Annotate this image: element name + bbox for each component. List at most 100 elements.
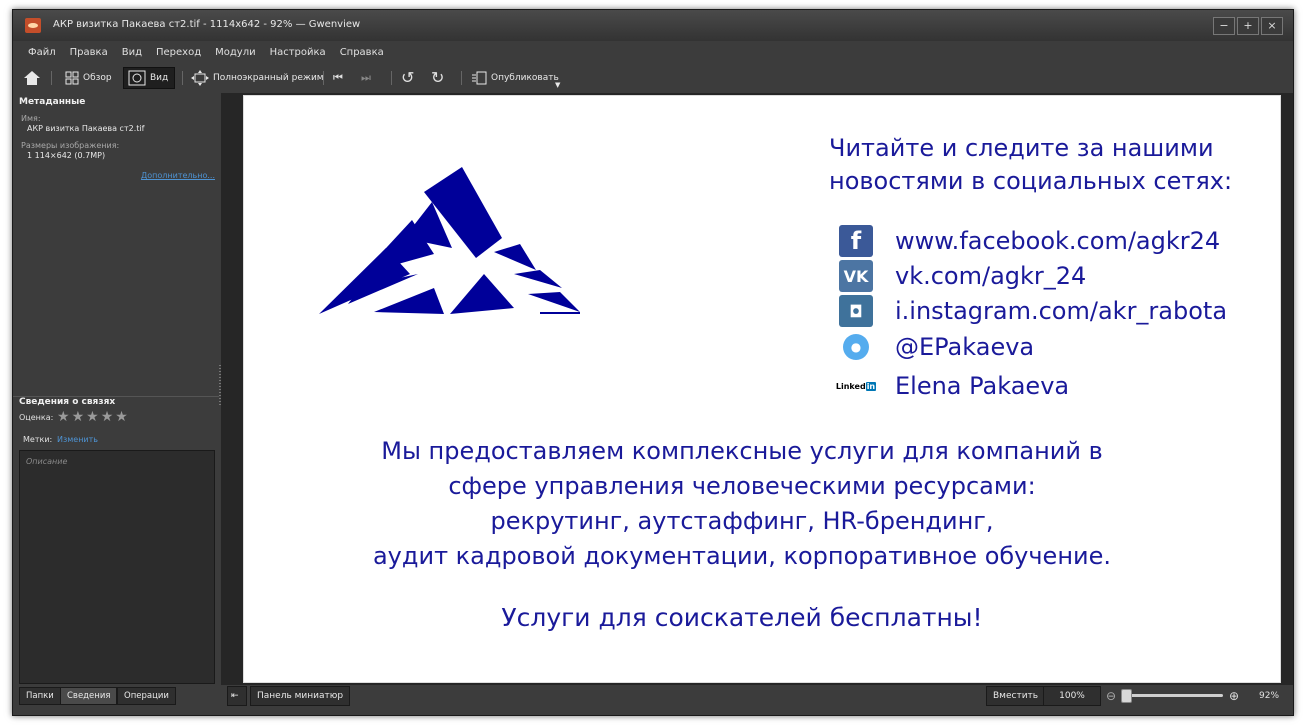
home-icon [24,71,40,85]
dropdown-arrow-icon: ▼ [555,81,561,89]
linkedin-icon: Linked in [835,370,877,402]
main-toolbar: Обзор Вид Полноэкранный режим ⏮ ⏭ ↺ ↻ Оп… [13,63,1293,93]
name-label: Имя: [21,114,41,123]
menu-file[interactable]: Файл [28,47,56,58]
twitter-icon: ● [843,334,869,360]
publish-button[interactable]: Опубликовать ▼ [471,67,561,89]
social-row-linkedin: Linked in Elena Pakaeva [835,370,1070,402]
social-text: www.facebook.com/agkr24 [895,227,1221,255]
edit-tags-link[interactable]: Изменить [57,435,98,444]
services-line1: Мы предоставляем комплексные услуги для … [381,437,1103,465]
view-label: Вид [150,73,169,83]
star-icon[interactable]: ★ [57,410,70,424]
rating-label: Оценка: [19,413,54,422]
fullscreen-label: Полноэкранный режим [213,73,324,83]
fullscreen-button[interactable]: Полноэкранный режим [191,67,324,89]
menu-view[interactable]: Вид [122,47,142,58]
title-bar: АКР визитка Пакаева ст2.tif - 1114x642 -… [13,10,1293,41]
metadata-title: Метаданные [19,97,86,107]
last-image-icon: ⏭ [361,71,371,84]
displayed-image: Читайте и следите за нашими новостями в … [243,95,1281,683]
menu-go[interactable]: Переход [156,47,201,58]
services-line2: сфере управления человеческими ресурсами… [448,472,1036,500]
toggle-sidebar-icon: ⇤ [231,691,239,701]
social-row-instagram: ◘ i.instagram.com/akr_rabota [839,295,1227,327]
description-field[interactable]: Описание [19,450,215,684]
description-placeholder: Описание [26,457,68,466]
tab-information[interactable]: Сведения [60,687,118,705]
star-icon[interactable]: ★ [72,410,85,424]
instagram-icon: ◘ [839,295,873,327]
rating-stars[interactable]: ★ ★ ★ ★ ★ [57,410,130,424]
services-line3: рекрутинг, аутстаффинг, HR-брендинг, [490,507,994,535]
social-row-twitter: ● @EPakaeva [839,333,1034,361]
star-icon[interactable]: ★ [86,410,99,424]
home-button[interactable] [23,67,41,89]
zoom-slider-track[interactable] [1124,694,1223,697]
share-icon [472,71,487,85]
name-value: АКР визитка Пакаева ст2.tif [27,124,145,133]
size-value: 1 114×642 (0.7MP) [27,151,106,160]
company-logo [319,167,580,314]
image-heading-line2: новостями в социальных сетях: [829,167,1233,195]
social-text: Elena Pakaeva [895,372,1070,400]
sidebar: Метаданные Имя: АКР визитка Пакаева ст2.… [13,93,221,684]
linkedin-in-mark: in [865,381,877,391]
menu-edit[interactable]: Правка [70,47,108,58]
zoom-out-icon[interactable]: ⊖ [1106,689,1116,703]
social-text: @EPakaeva [895,333,1035,361]
star-icon[interactable]: ★ [115,410,128,424]
zoom-fit-button[interactable]: Вместить [986,686,1046,706]
menu-bar: Файл Правка Вид Переход Модули Настройка… [13,41,1293,63]
gwenview-window: АКР визитка Пакаева ст2.tif - 1114x642 -… [12,9,1294,716]
view-image-icon [128,70,146,86]
first-image-button[interactable]: ⏮ [333,67,347,89]
thumbnail-panel-button[interactable]: Панель миниатюр [250,686,351,706]
tab-operations[interactable]: Операции [117,687,176,705]
image-viewer[interactable]: Читайте и следите за нашими новостями в … [221,93,1293,685]
vk-icon: VK [839,260,873,292]
menu-plugins[interactable]: Модули [215,47,255,58]
rotate-right-icon: ↻ [431,68,445,87]
toggle-sidebar-button[interactable]: ⇤ [227,686,247,706]
zoom-slider-handle[interactable] [1121,689,1132,703]
social-row-vk: VK vk.com/agkr_24 [839,260,1086,292]
fullscreen-icon [191,70,209,86]
browse-label: Обзор [83,73,112,83]
tags-label: Метки: [23,435,53,444]
size-label: Размеры изображения: [21,141,120,150]
window-title: АКР визитка Пакаева ст2.tif - 1114x642 -… [53,19,361,30]
minimize-button[interactable]: − [1213,17,1235,35]
services-line4: аудит кадровой документации, корпоративн… [372,542,1112,570]
last-image-button[interactable]: ⏭ [361,67,375,89]
semantic-info-title: Сведения о связях [19,397,116,407]
rotate-left-button[interactable]: ↺ [401,67,418,89]
free-services-line: Услуги для соискателей бесплатны! [501,603,983,632]
social-row-facebook: f www.facebook.com/agkr24 [839,225,1220,257]
menu-settings[interactable]: Настройка [270,47,326,58]
facebook-icon: f [839,225,873,257]
close-button[interactable]: × [1261,17,1283,35]
more-metadata-link[interactable]: Дополнительно... [141,171,215,180]
zoom-percent: 92% [1259,691,1280,701]
browse-button[interactable]: Обзор [65,67,112,89]
zoom-in-icon[interactable]: ⊕ [1229,689,1239,703]
linkedin-wordmark: Linked [835,381,866,391]
grid-icon [65,71,79,85]
publish-label: Опубликовать [491,73,559,83]
menu-help[interactable]: Справка [340,47,384,58]
rotate-right-button[interactable]: ↻ [431,67,448,89]
rotate-left-icon: ↺ [401,68,415,87]
view-button[interactable]: Вид [123,67,175,89]
tab-folders[interactable]: Папки [19,687,61,705]
image-heading-line1: Читайте и следите за нашими [829,134,1214,162]
star-icon[interactable]: ★ [101,410,114,424]
social-text: i.instagram.com/akr_rabota [895,297,1228,325]
first-image-icon: ⏮ [333,71,343,84]
maximize-button[interactable]: + [1237,17,1259,35]
gwenview-app-icon[interactable] [25,18,41,33]
status-bar: Папки Сведения Операции ⇤ Панель миниатю… [13,685,1293,715]
zoom-100-button[interactable]: 100% [1043,686,1101,706]
window-controls: − + × [1211,17,1283,35]
social-text: vk.com/agkr_24 [895,262,1087,290]
